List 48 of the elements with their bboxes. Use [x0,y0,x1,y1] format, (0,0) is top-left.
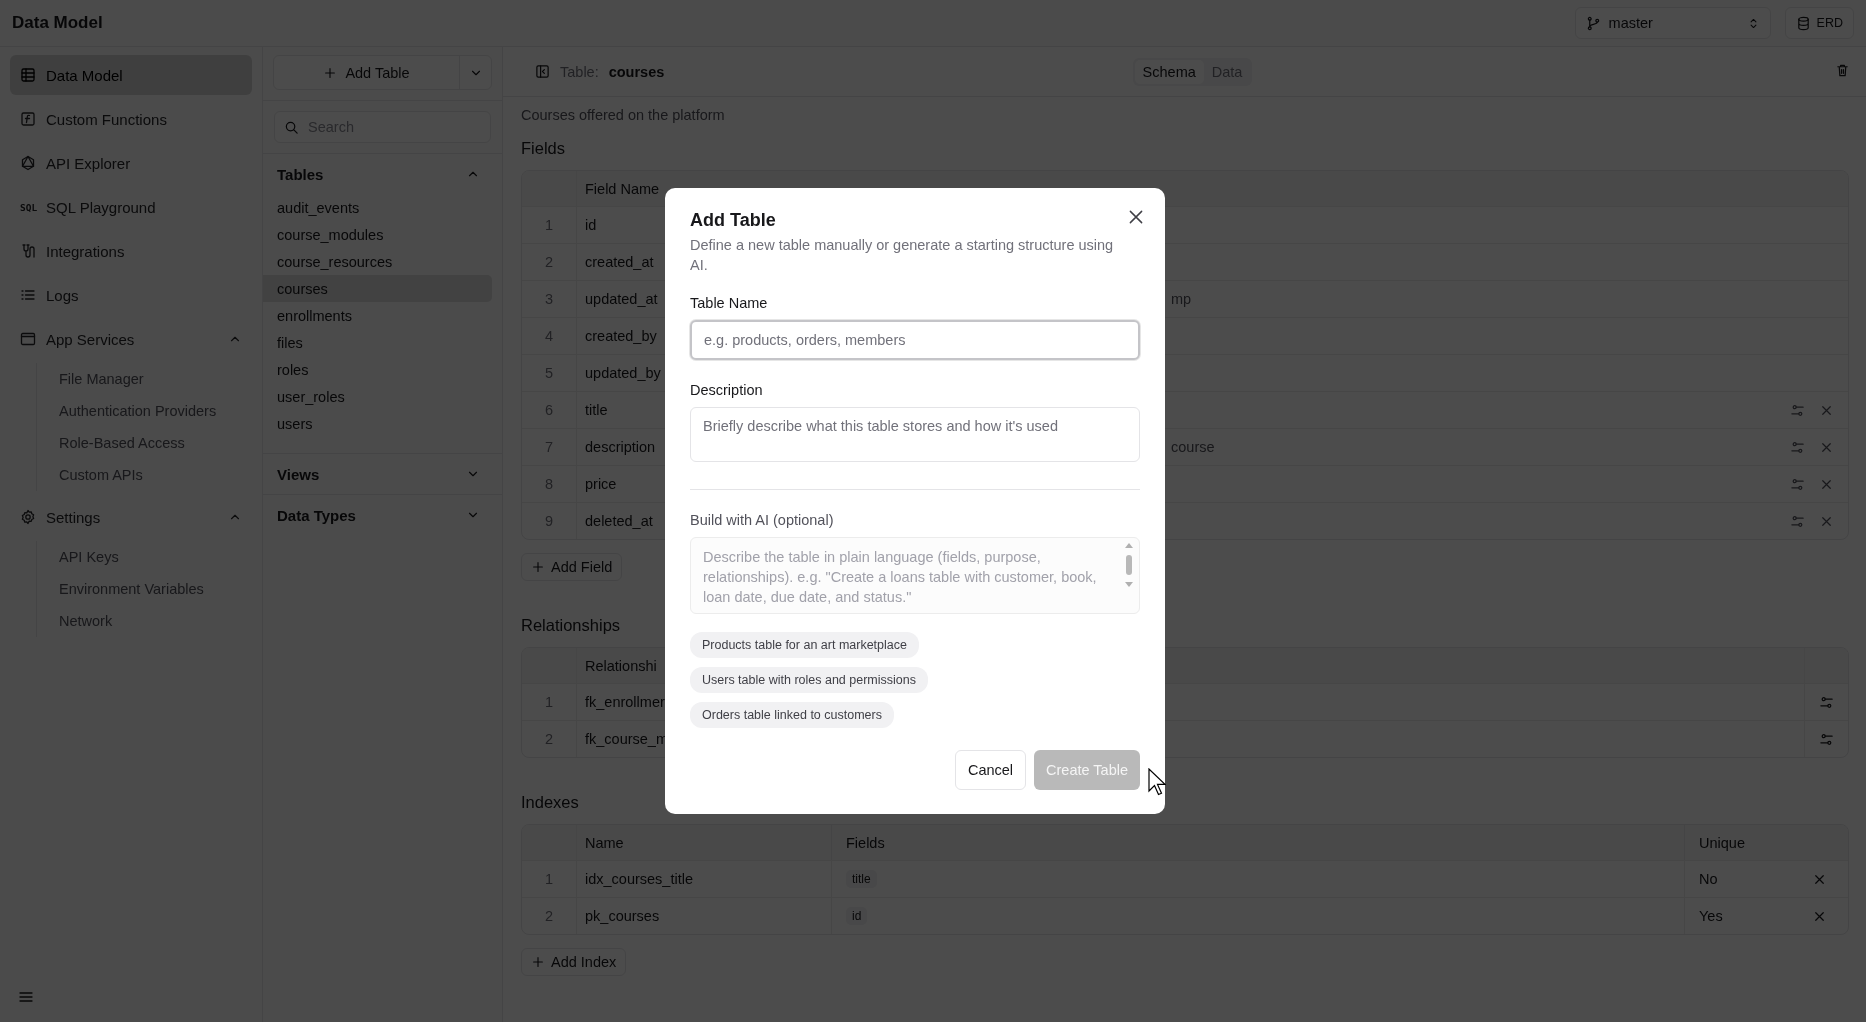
field-label: Table Name [690,295,769,311]
table-name-field[interactable]: e.g. products, orders, members [690,320,1140,360]
table-item[interactable]: files [263,329,492,356]
table-cell: title [585,402,608,418]
table-cell: price [585,476,617,492]
ai-prompt-field[interactable]: Describe the table in plain language (fields, purpose, relationships). e.g. "Create a loans table with customer, book, loan date, due date, and status." [690,537,1140,614]
table-cell: created_by [585,328,657,344]
dialog-subtitle: Define a new table manually or generate a starting structure using AI. [690,236,1115,275]
table-item[interactable]: audit_events [263,194,492,221]
table-cell: pk_courses [585,908,660,924]
section-title: Fields [521,139,566,159]
table-cell: updated_at [585,291,658,307]
table-cell: Yes [1699,908,1723,924]
suggestion-chip[interactable]: Orders table linked to customers [690,702,894,728]
table-item[interactable]: course_modules [263,221,492,248]
nav-item[interactable]: SQL SQL Playground [10,187,252,227]
table-cell: id [585,217,597,233]
app-title: Data Model [12,13,104,33]
table-cell: fk_course_m [585,731,668,747]
table-cell: fk_enrollmer [585,694,665,710]
table-cell: deleted_at [585,513,653,529]
table-cell: created_at [585,254,654,270]
table-item[interactable]: enrollments [263,302,492,329]
cancel-button[interactable]: Cancel [954,750,1027,790]
field-label: Description [690,382,764,398]
column-header: Name [585,834,624,851]
table-item[interactable]: users [263,410,492,437]
section-title: Relationships [521,616,622,636]
column-header: Fields [846,834,885,851]
field-label: Build with AI (optional) [690,512,835,528]
table-cell: No [1699,871,1718,887]
description-field[interactable]: Briefly describe what this table stores and how it's used [690,407,1140,462]
table-cell: description [585,439,656,455]
dialog-title: Add Table [690,210,776,231]
table-cell: idx_courses_title [585,871,693,887]
table-item[interactable]: user_roles [263,383,492,410]
column-header: Field Name [585,180,660,197]
suggestion-chip[interactable]: Users table with roles and permissions [690,667,928,693]
sql-icon: SQL [20,201,36,213]
table-name: courses [608,63,665,80]
column-header: Unique [1699,834,1745,851]
table-item[interactable]: course_resources [263,248,492,275]
section-title: Indexes [521,793,580,813]
table-cell: updated_by [585,365,661,381]
suggestion-chip[interactable]: Products table for an art marketplace [690,632,919,658]
column-header: Relationshi [585,657,657,674]
close-icon [1127,208,1145,226]
table-item[interactable]: roles [263,356,492,383]
